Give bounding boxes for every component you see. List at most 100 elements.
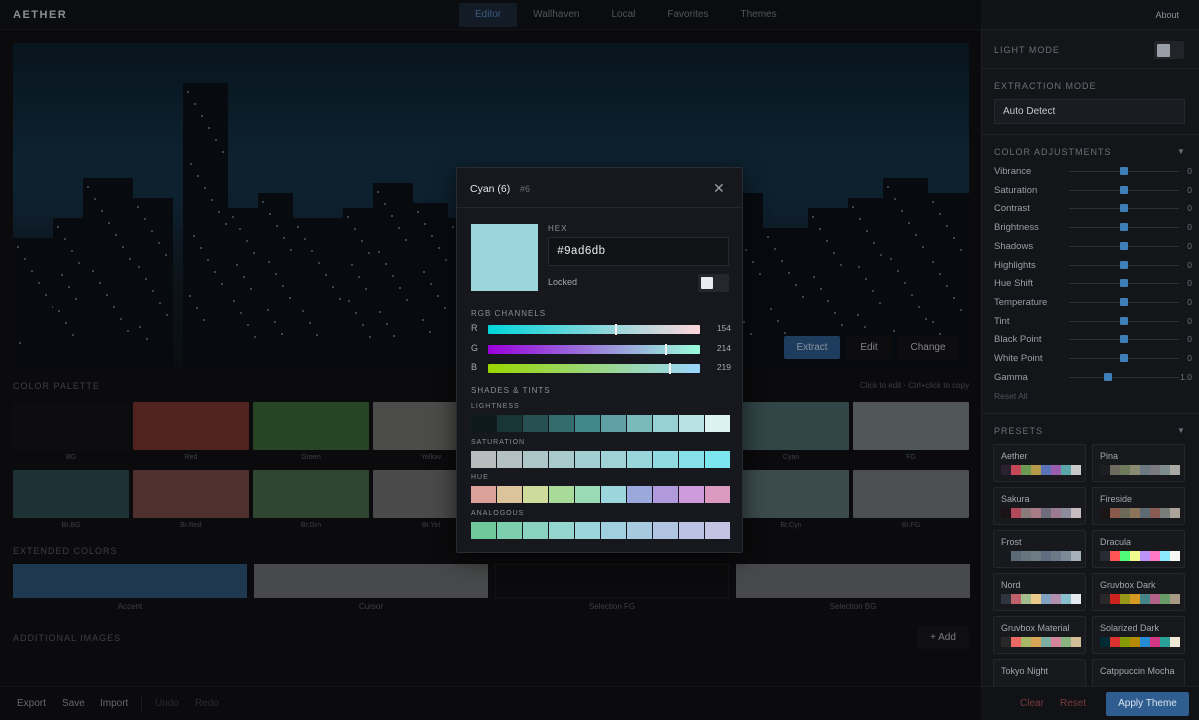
preset-name: Nord	[1001, 580, 1021, 590]
shade-swatch[interactable]	[627, 486, 652, 503]
light-mode-toggle[interactable]	[1154, 41, 1184, 59]
shade-swatch[interactable]	[523, 415, 548, 432]
shade-swatch[interactable]	[627, 415, 652, 432]
slider-handle[interactable]	[1120, 297, 1128, 306]
preset-card[interactable]: Aether	[993, 444, 1086, 482]
shade-swatch[interactable]	[497, 521, 522, 539]
adjustment-slider[interactable]	[1069, 372, 1179, 381]
shade-swatch[interactable]	[601, 486, 626, 503]
adjustment-slider[interactable]	[1069, 316, 1179, 325]
shade-swatch[interactable]	[601, 415, 626, 432]
preset-card[interactable]: Gruvbox Dark	[1092, 573, 1185, 611]
preset-card[interactable]: Frost	[993, 530, 1086, 568]
shade-swatch[interactable]	[653, 486, 678, 503]
shade-swatch[interactable]	[549, 521, 574, 539]
channel-slider[interactable]	[488, 363, 700, 374]
shade-swatch[interactable]	[705, 486, 730, 503]
slider-handle[interactable]	[1120, 316, 1128, 325]
shade-swatch[interactable]	[497, 486, 522, 503]
preset-card[interactable]: Pina	[1092, 444, 1185, 482]
color-adjustments-title: COLOR ADJUSTMENTS	[994, 147, 1112, 157]
shade-swatch[interactable]	[523, 521, 548, 539]
shade-swatch[interactable]	[497, 415, 522, 432]
slider-handle[interactable]	[615, 324, 618, 335]
preset-card[interactable]: Gruvbox Material	[993, 616, 1086, 654]
shade-swatch[interactable]	[471, 486, 496, 503]
shade-swatch[interactable]	[523, 450, 548, 468]
slider-handle[interactable]	[664, 343, 667, 355]
shade-swatch[interactable]	[549, 415, 574, 432]
preset-card[interactable]: Sakura	[993, 487, 1086, 525]
shade-swatch[interactable]	[575, 450, 600, 468]
slider-handle[interactable]	[1120, 279, 1128, 288]
shade-swatch[interactable]	[471, 521, 496, 539]
shade-swatch[interactable]	[471, 415, 496, 432]
slider-handle[interactable]	[1120, 204, 1128, 213]
extraction-mode-select[interactable]: Auto Detect	[994, 99, 1185, 124]
slider-handle[interactable]	[1120, 223, 1128, 232]
shade-swatch[interactable]	[653, 450, 678, 468]
clear-button[interactable]: Clear	[1020, 698, 1044, 709]
adjustment-slider[interactable]	[1069, 241, 1179, 250]
shade-swatch[interactable]	[679, 486, 704, 503]
reset-button[interactable]: Reset	[1060, 698, 1086, 709]
shade-swatch[interactable]	[575, 521, 600, 539]
preset-card[interactable]: Catppuccin Mocha	[1092, 659, 1185, 686]
adjustment-slider[interactable]	[1069, 185, 1179, 194]
hex-input[interactable]: #9ad6db	[548, 237, 729, 266]
adjustment-slider[interactable]	[1069, 223, 1179, 232]
settings-sidebar: LIGHT MODE EXTRACTION MODE Auto Detect C…	[981, 30, 1199, 686]
preset-card[interactable]: Fireside	[1092, 487, 1185, 525]
shade-swatch[interactable]	[653, 521, 678, 539]
shade-swatch[interactable]	[627, 450, 652, 468]
locked-toggle[interactable]	[698, 274, 729, 292]
rgb-channels-title: RGB CHANNELS	[471, 309, 547, 318]
shade-swatch[interactable]	[575, 415, 600, 432]
close-icon[interactable]: ✕	[713, 180, 725, 197]
shade-swatch[interactable]	[601, 450, 626, 468]
shade-swatch[interactable]	[549, 486, 574, 503]
adjustment-slider[interactable]	[1069, 279, 1179, 288]
slider-handle[interactable]	[1120, 167, 1128, 175]
preset-color-chip	[1001, 637, 1011, 647]
chevron-down-icon[interactable]: ▼	[1177, 147, 1185, 156]
channel-slider[interactable]	[488, 324, 700, 335]
slider-handle[interactable]	[669, 363, 672, 374]
slider-handle[interactable]	[1120, 354, 1128, 362]
modal-title: Cyan (6)	[470, 183, 511, 195]
adjustment-slider[interactable]	[1069, 297, 1179, 306]
adjustment-slider[interactable]	[1069, 260, 1179, 269]
about-link[interactable]: About	[1155, 10, 1179, 20]
shade-swatch[interactable]	[705, 450, 730, 468]
shade-swatch[interactable]	[575, 486, 600, 503]
adjustment-slider[interactable]	[1069, 204, 1179, 213]
preset-card[interactable]: Solarized Dark	[1092, 616, 1185, 654]
adjustment-slider[interactable]	[1069, 354, 1179, 362]
preset-card[interactable]: Dracula	[1092, 530, 1185, 568]
adjustment-slider[interactable]	[1069, 335, 1179, 344]
slider-handle[interactable]	[1120, 335, 1128, 344]
shade-swatch[interactable]	[679, 450, 704, 468]
shade-swatch[interactable]	[497, 450, 522, 468]
apply-theme-button[interactable]: Apply Theme	[1106, 692, 1189, 716]
shade-swatch[interactable]	[627, 521, 652, 539]
shade-swatch[interactable]	[523, 486, 548, 503]
slider-handle[interactable]	[1120, 260, 1128, 269]
shade-swatch[interactable]	[705, 415, 730, 432]
shade-swatch[interactable]	[549, 450, 574, 468]
preset-card[interactable]: Nord	[993, 573, 1086, 611]
shade-swatch[interactable]	[471, 450, 496, 468]
slider-handle[interactable]	[1120, 185, 1128, 194]
chevron-down-icon[interactable]: ▼	[1177, 426, 1185, 435]
shade-swatch[interactable]	[601, 521, 626, 539]
channel-slider[interactable]	[488, 343, 700, 355]
adjustment-slider[interactable]	[1069, 167, 1179, 175]
shade-swatch[interactable]	[679, 521, 704, 539]
shade-swatch[interactable]	[653, 415, 678, 432]
preset-card[interactable]: Tokyo Night	[993, 659, 1086, 686]
slider-handle[interactable]	[1120, 241, 1128, 250]
slider-handle[interactable]	[1103, 372, 1112, 381]
reset-all-button[interactable]: Reset All	[994, 391, 1028, 401]
shade-swatch[interactable]	[705, 521, 730, 539]
shade-swatch[interactable]	[679, 415, 704, 432]
